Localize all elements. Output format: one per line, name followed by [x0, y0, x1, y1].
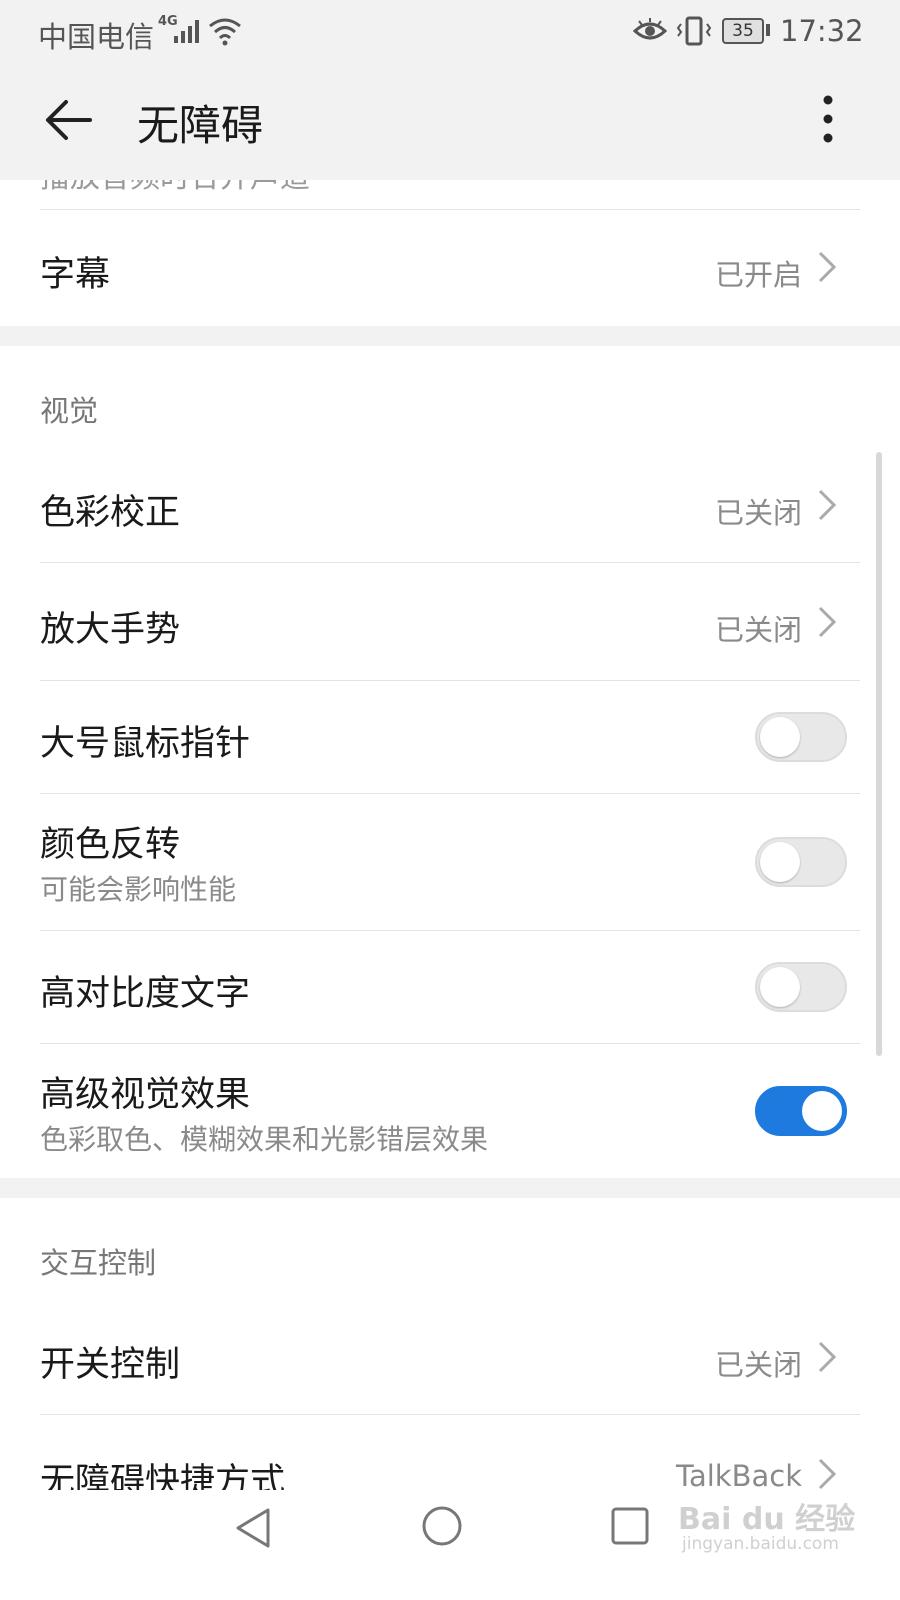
clock: 17:32 [780, 14, 864, 48]
switch-access-value: 已关闭 [714, 1348, 802, 1382]
status-bar: 中国电信 4G 35 17:32 [0, 0, 900, 64]
chevron-right-icon [818, 251, 837, 283]
magnification-label: 放大手势 [40, 610, 181, 650]
high-contrast-toggle[interactable] [755, 962, 847, 1012]
audio-card: 播放音频时合并声道 字幕 已开启 [0, 180, 900, 326]
high-contrast-row[interactable]: 高对比度文字 [0, 931, 900, 1043]
chevron-right-icon [818, 489, 837, 521]
home-nav-icon[interactable] [420, 1504, 464, 1548]
navigation-bar: Bai du 经验 jingyan.baidu.com [0, 1490, 900, 1600]
wifi-icon [209, 18, 241, 46]
color-inversion-label: 颜色反转 [40, 825, 181, 865]
captions-row[interactable]: 字幕 已开启 [0, 210, 900, 326]
vision-card: 视觉 色彩校正 已关闭 放大手势 已关闭 大号鼠标指针 颜色反转 可能会影响性能… [0, 346, 900, 1178]
large-pointer-row[interactable]: 大号鼠标指针 [0, 681, 900, 793]
advanced-visual-subtitle: 色彩取色、模糊效果和光影错层效果 [40, 1123, 489, 1156]
eye-comfort-icon [633, 18, 667, 40]
color-inversion-toggle[interactable] [755, 837, 847, 887]
toggle-knob [802, 1091, 842, 1131]
recents-nav-icon[interactable] [608, 1504, 652, 1548]
more-options-icon[interactable] [816, 92, 840, 148]
battery-level: 35 [732, 21, 754, 41]
color-correction-value: 已关闭 [714, 496, 802, 530]
app-bar: 无障碍 [0, 64, 900, 180]
carrier-label: 中国电信 [38, 20, 155, 54]
interaction-card: 交互控制 开关控制 已关闭 无障碍快捷方式 TalkBack [0, 1198, 900, 1490]
color-inversion-row[interactable]: 颜色反转 可能会影响性能 [0, 794, 900, 930]
scrollbar[interactable] [876, 452, 882, 1056]
large-pointer-toggle[interactable] [755, 712, 847, 762]
interaction-section-header: 交互控制 [40, 1246, 157, 1280]
back-arrow-icon[interactable] [40, 94, 96, 146]
toggle-knob [760, 842, 800, 882]
toggle-knob [760, 717, 800, 757]
chevron-right-icon [818, 1341, 837, 1373]
vision-section-header: 视觉 [40, 394, 99, 428]
battery-icon: 35 [722, 18, 764, 44]
large-pointer-label: 大号鼠标指针 [40, 724, 251, 764]
accessibility-shortcut-row[interactable]: 无障碍快捷方式 TalkBack [0, 1415, 900, 1490]
switch-access-label: 开关控制 [40, 1345, 181, 1385]
watermark-url: jingyan.baidu.com [682, 1534, 839, 1554]
accessibility-shortcut-value: TalkBack [676, 1459, 802, 1490]
color-correction-label: 色彩校正 [40, 493, 181, 533]
advanced-visual-toggle[interactable] [755, 1086, 847, 1136]
captions-value: 已开启 [714, 258, 802, 292]
toggle-knob [760, 967, 800, 1007]
high-contrast-label: 高对比度文字 [40, 974, 251, 1014]
magnification-value: 已关闭 [714, 613, 802, 647]
settings-list[interactable]: 播放音频时合并声道 字幕 已开启 视觉 色彩校正 已关闭 放大手势 已关闭 大号… [0, 180, 900, 1490]
back-nav-icon[interactable] [232, 1506, 276, 1550]
advanced-visual-row[interactable]: 高级视觉效果 色彩取色、模糊效果和光影错层效果 [0, 1044, 900, 1178]
color-inversion-subtitle: 可能会影响性能 [40, 873, 237, 906]
magnification-row[interactable]: 放大手势 已关闭 [0, 563, 900, 680]
watermark-logo: Bai du 经验 [678, 1502, 856, 1537]
vibrate-icon [676, 16, 712, 46]
partial-row-label: 播放音频时合并声道 [40, 180, 310, 196]
signal-icon [174, 20, 199, 43]
accessibility-shortcut-label: 无障碍快捷方式 [40, 1462, 286, 1490]
switch-access-row[interactable]: 开关控制 已关闭 [0, 1298, 900, 1414]
page-title: 无障碍 [137, 101, 264, 150]
chevron-right-icon [818, 606, 837, 638]
chevron-right-icon [818, 1458, 837, 1490]
color-correction-row[interactable]: 色彩校正 已关闭 [0, 446, 900, 562]
advanced-visual-label: 高级视觉效果 [40, 1075, 251, 1115]
captions-label: 字幕 [40, 255, 111, 295]
